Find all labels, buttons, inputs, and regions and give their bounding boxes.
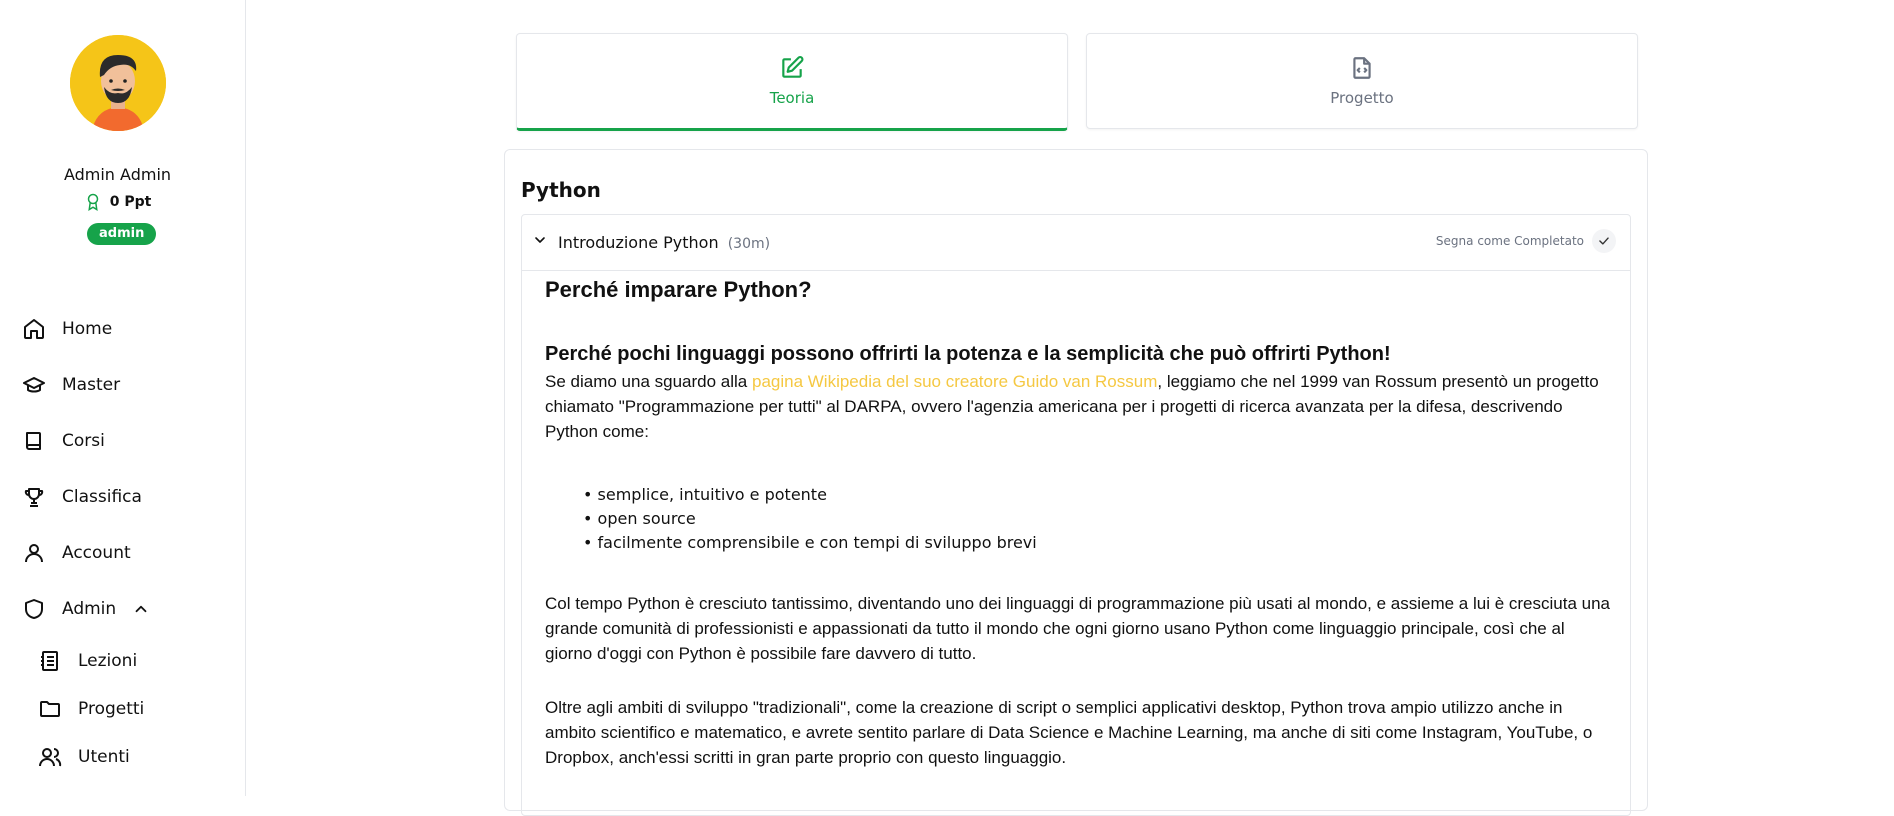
lesson-bullet-list: semplice, intuitivo e potente open sourc… <box>583 483 1037 555</box>
lesson-header[interactable]: Introduzione Python (30m) Segna come Com… <box>522 215 1630 271</box>
book-icon <box>22 429 46 453</box>
avatar-illustration <box>70 35 166 131</box>
tab-progetto[interactable]: Progetto <box>1086 33 1638 129</box>
tab-label: Teoria <box>769 89 815 107</box>
lesson-heading: Perché imparare Python? <box>545 277 812 302</box>
trophy-icon <box>22 485 46 509</box>
role-badge: admin <box>87 223 157 245</box>
user-name: Admin Admin <box>63 165 172 184</box>
wikipedia-link[interactable]: pagina Wikipedia del suo creatore Guido … <box>752 372 1157 391</box>
sidebar-item-admin[interactable]: Admin <box>22 593 150 625</box>
sidebar-item-label: Home <box>62 319 113 339</box>
points-value: 0 Ppt <box>109 194 152 210</box>
sidebar-item-label: Lezioni <box>78 651 138 671</box>
home-icon <box>22 317 46 341</box>
sidebar-item-label: Utenti <box>78 747 130 767</box>
mark-complete-label: Segna come Completato <box>1435 234 1584 248</box>
lesson-title-text: Introduzione Python <box>558 233 719 252</box>
sidebar-item-label: Admin <box>62 599 117 619</box>
mark-complete-button[interactable]: Segna come Completato <box>1436 229 1616 253</box>
sidebar-item-label: Corsi <box>62 431 105 451</box>
list-item: facilmente comprensibile e con tempi di … <box>583 531 1037 555</box>
sidebar-subitem-progetti[interactable]: Progetti <box>38 693 144 725</box>
tab-label: Progetto <box>1330 89 1394 107</box>
graduation-cap-icon <box>22 373 46 397</box>
sidebar: Admin Admin 0 Ppt admin Home Master Cors… <box>0 0 246 796</box>
award-icon <box>87 193 98 211</box>
user-icon <box>22 541 46 565</box>
folder-icon <box>38 697 62 721</box>
check-icon[interactable] <box>1592 229 1616 253</box>
sidebar-item-classifica[interactable]: Classifica <box>22 481 142 513</box>
lesson-subheading: Perché pochi linguaggi possono offrirti … <box>545 343 1391 365</box>
lesson-paragraph-3: Oltre agli ambiti di sviluppo "tradizion… <box>545 698 1593 767</box>
lesson-duration: (30m) <box>727 236 771 252</box>
chevron-up-icon[interactable] <box>132 600 150 618</box>
sidebar-item-label: Master <box>62 375 121 395</box>
section-title: Python <box>521 178 601 202</box>
list-item: open source <box>583 507 1037 531</box>
list-item: semplice, intuitivo e potente <box>583 483 1037 507</box>
lesson-paragraph-1: Se diamo una sguardo alla pagina Wikiped… <box>545 369 1615 444</box>
sidebar-subitem-lezioni[interactable]: Lezioni <box>38 645 137 677</box>
sidebar-subitem-utenti[interactable]: Utenti <box>38 741 130 773</box>
sidebar-item-master[interactable]: Master <box>22 369 120 401</box>
users-icon <box>38 745 62 769</box>
lesson-body: Perché imparare Python? Perché pochi lin… <box>545 277 1615 767</box>
list-icon <box>38 649 62 673</box>
chevron-down-icon[interactable] <box>532 232 548 248</box>
paragraph-text: Se diamo una sguardo alla <box>545 372 752 391</box>
sidebar-item-corsi[interactable]: Corsi <box>22 425 105 457</box>
user-points: 0 Ppt <box>0 192 235 212</box>
content-card: Python Introduzione Python (30m) Segna c… <box>504 149 1648 816</box>
shield-icon <box>22 597 46 621</box>
edit-icon <box>779 55 805 81</box>
lesson-paragraph-2: Col tempo Python è cresciuto tantissimo,… <box>545 594 1610 663</box>
tab-teoria[interactable]: Teoria <box>516 33 1068 131</box>
sidebar-item-account[interactable]: Account <box>22 537 131 569</box>
sidebar-item-home[interactable]: Home <box>22 313 112 345</box>
sidebar-item-label: Progetti <box>78 699 145 719</box>
sidebar-item-label: Account <box>62 543 131 563</box>
lesson-panel: Introduzione Python (30m) Segna come Com… <box>521 214 1631 816</box>
file-code-icon <box>1349 55 1375 81</box>
lesson-title: Introduzione Python (30m) <box>558 233 770 252</box>
avatar[interactable] <box>70 35 166 131</box>
sidebar-item-label: Classifica <box>62 487 142 507</box>
